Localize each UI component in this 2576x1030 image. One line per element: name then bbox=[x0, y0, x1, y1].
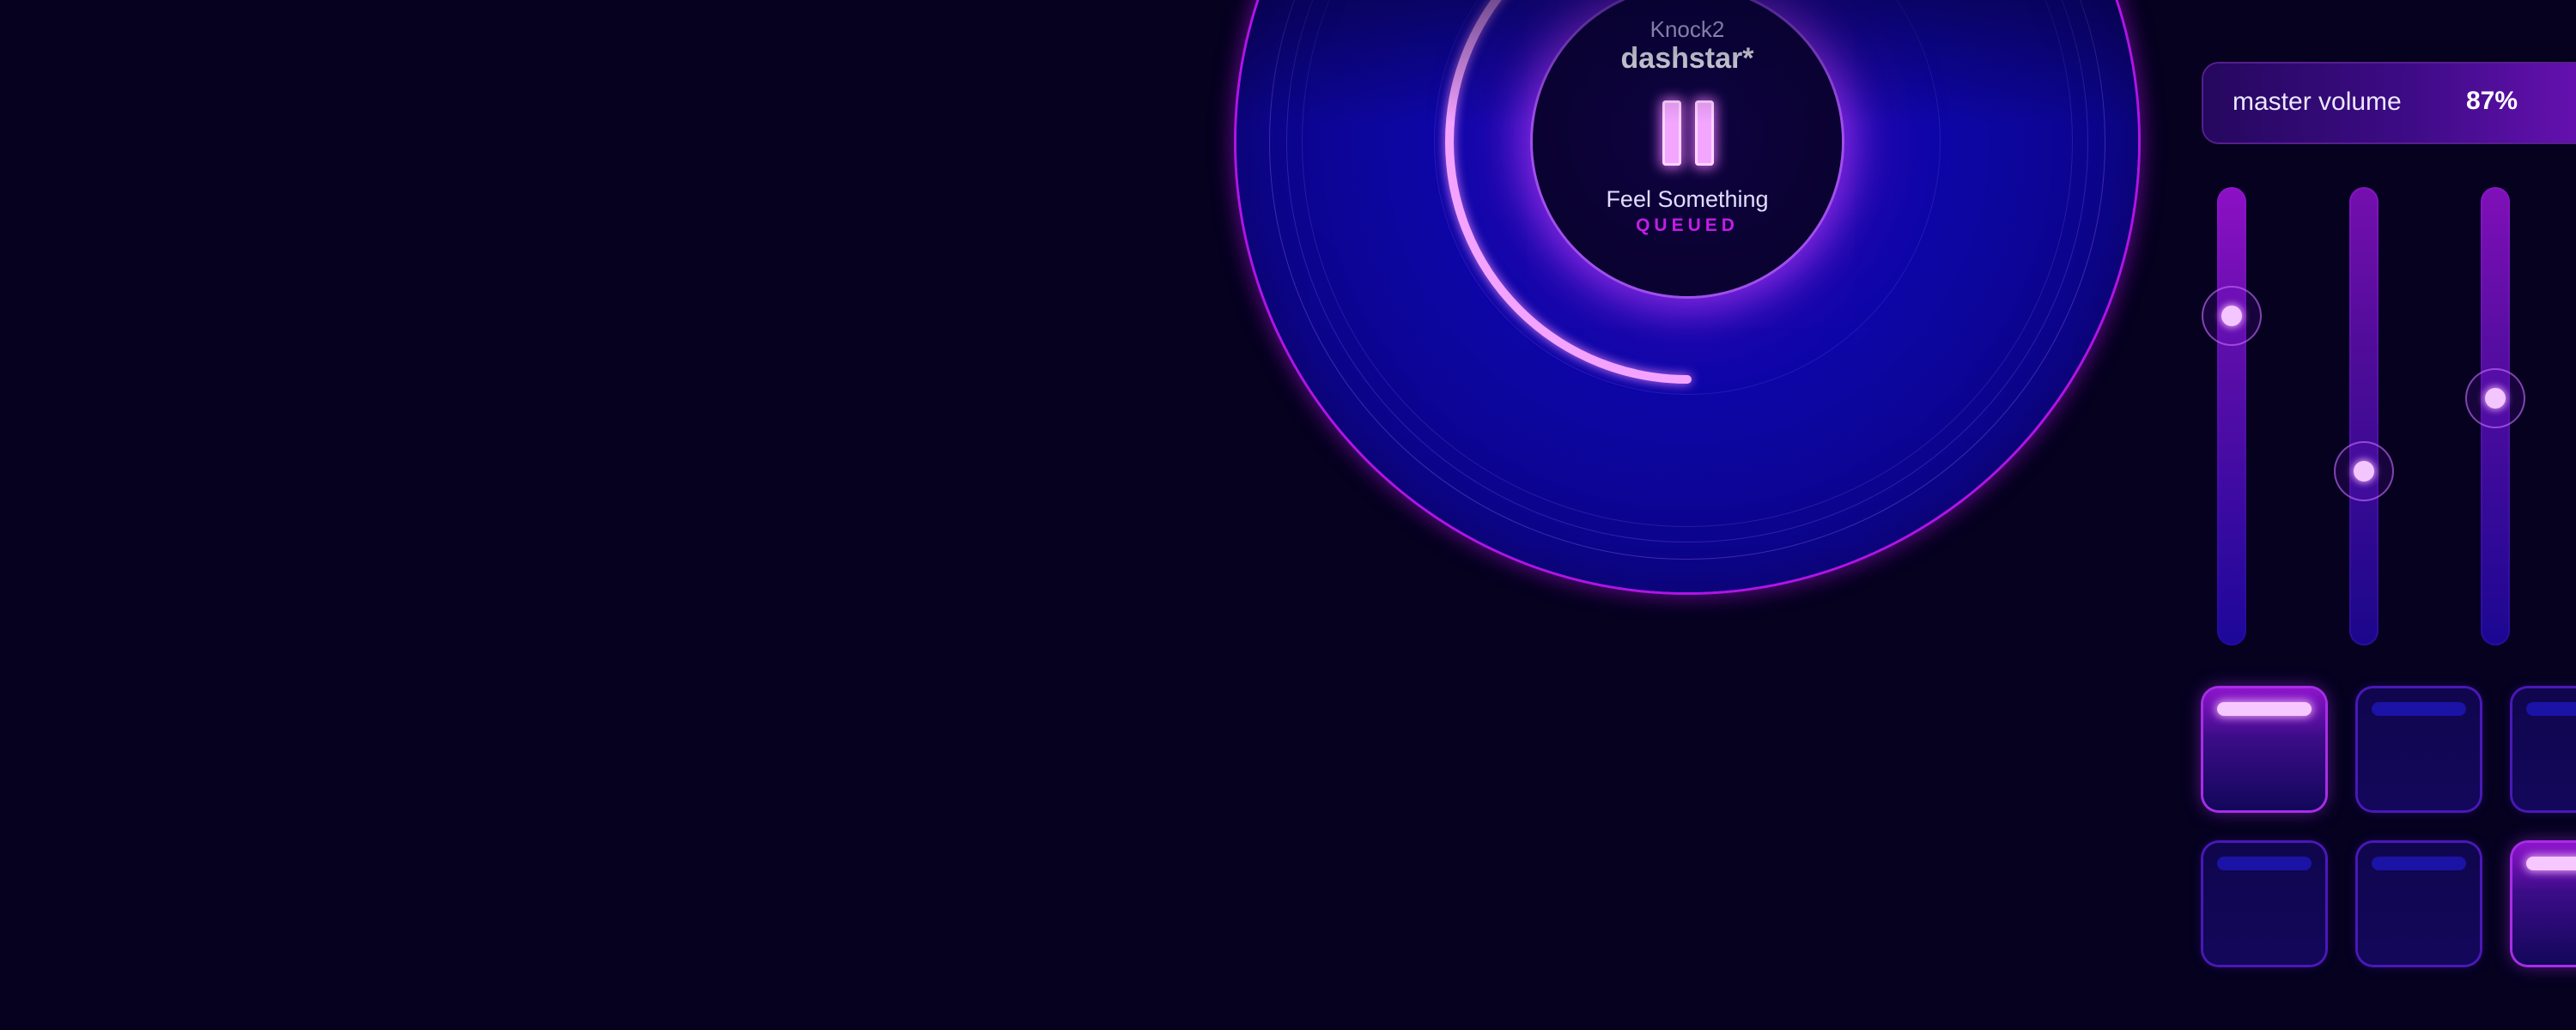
pad-2-1[interactable] bbox=[2203, 843, 2325, 965]
pause-button[interactable] bbox=[1657, 100, 1719, 166]
pad-indicator bbox=[2526, 857, 2576, 870]
pad-indicator bbox=[2372, 857, 2466, 870]
channel-slider-2[interactable] bbox=[2334, 187, 2394, 645]
slider-knob[interactable] bbox=[2334, 441, 2394, 502]
queue-status-label: QUEUED bbox=[1636, 215, 1739, 235]
queued-track-title: Feel Something bbox=[1606, 186, 1769, 212]
pad-indicator bbox=[2372, 702, 2466, 716]
slider-knob[interactable] bbox=[2465, 367, 2525, 428]
pad-1-3[interactable] bbox=[2512, 688, 2576, 810]
channel-slider-1[interactable] bbox=[2202, 187, 2262, 645]
slider-fill bbox=[2217, 187, 2246, 645]
pad-indicator bbox=[2526, 702, 2576, 716]
pad-2-2[interactable] bbox=[2358, 843, 2480, 965]
dj-app: Knock2 dashstar* Feel Something QUEUED m… bbox=[0, 0, 2576, 1030]
artist-name: Knock2 bbox=[1649, 16, 1725, 42]
pad-indicator bbox=[2217, 702, 2312, 716]
turntable-disc[interactable]: Knock2 dashstar* Feel Something QUEUED bbox=[1236, 0, 2138, 592]
channel-slider-3[interactable] bbox=[2465, 187, 2525, 645]
master-volume-label: master volume bbox=[2233, 88, 2402, 116]
slider-fill bbox=[2349, 187, 2379, 645]
master-volume-bar[interactable]: master volume 87% bbox=[2203, 64, 2576, 142]
pad-indicator bbox=[2217, 857, 2312, 870]
pause-icon bbox=[1662, 100, 1681, 166]
pause-icon bbox=[1695, 100, 1714, 166]
disc-center-label: Knock2 dashstar* Feel Something QUEUED bbox=[1533, 0, 1842, 296]
pad-1-2[interactable] bbox=[2358, 688, 2480, 810]
pad-1-1[interactable] bbox=[2203, 688, 2325, 810]
pad-2-3[interactable] bbox=[2512, 843, 2576, 965]
slider-knob[interactable] bbox=[2202, 285, 2262, 346]
track-title: dashstar* bbox=[1620, 42, 1754, 75]
master-volume-value: 87% bbox=[2466, 87, 2518, 115]
